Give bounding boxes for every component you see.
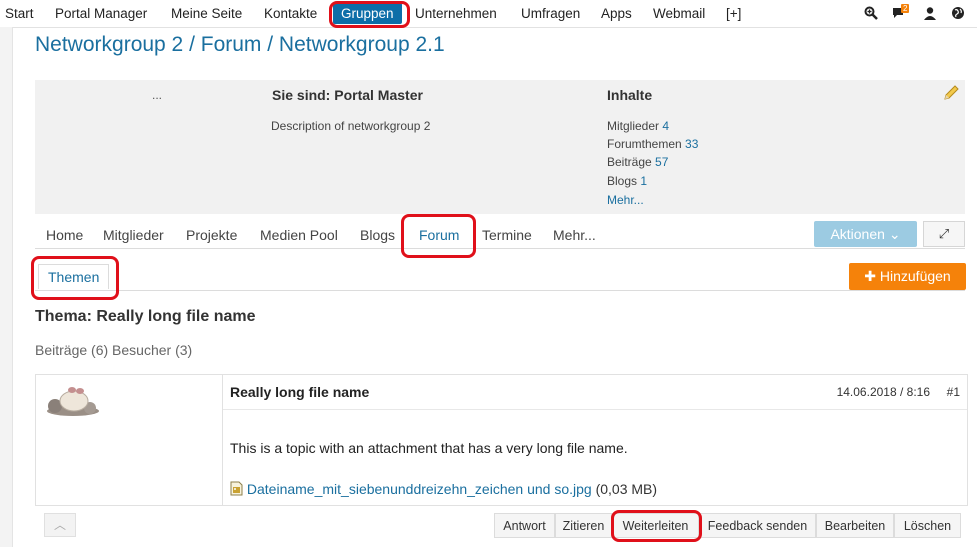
left-sidebar-strip: [0, 27, 13, 547]
stat-forum-topics: Forumthemen 33: [607, 137, 698, 151]
tab-home[interactable]: Home: [46, 227, 83, 243]
highlight-gruppen: [329, 1, 410, 28]
reply-button[interactable]: Antwort: [494, 513, 555, 538]
post-body: This is a topic with an attachment that …: [230, 440, 628, 456]
expand-icon: ⤢: [938, 226, 950, 241]
nav-start[interactable]: Start: [5, 0, 34, 27]
stat-label: Blogs: [607, 174, 638, 188]
tab-termine[interactable]: Termine: [482, 227, 532, 243]
stat-label: Mitglieder: [607, 119, 660, 133]
actions-label: Aktionen: [830, 226, 885, 242]
chevron-up-icon: ︿: [53, 518, 66, 532]
scroll-up-button[interactable]: ︿: [44, 513, 76, 537]
stat-value-link[interactable]: 1: [640, 174, 647, 188]
attachment-link[interactable]: Dateiname_mit_siebenunddreizehn_zeichen …: [247, 481, 592, 497]
nav-portal-manager[interactable]: Portal Manager: [55, 0, 147, 27]
more-link[interactable]: Mehr...: [607, 193, 644, 207]
group-info-panel: ... Sie sind: Portal Master Description …: [35, 80, 965, 214]
plus-icon: ✚: [864, 268, 876, 284]
post-number[interactable]: #1: [947, 385, 960, 399]
post-date: 14.06.2018 / 8:16: [836, 385, 930, 399]
post-author-column: [36, 375, 223, 505]
group-description: Description of networkgroup 2: [271, 119, 431, 133]
nav-apps[interactable]: Apps: [601, 0, 632, 27]
nav-umfragen[interactable]: Umfragen: [521, 0, 580, 27]
nav-kontakte[interactable]: Kontakte: [264, 0, 317, 27]
user-icon[interactable]: [923, 6, 937, 20]
stat-label: Forumthemen: [607, 137, 682, 151]
notification-badge: 2: [901, 4, 910, 13]
nav-webmail[interactable]: Webmail: [653, 0, 705, 27]
topic-heading: Thema: Really long file name: [35, 308, 256, 325]
search-icon[interactable]: [864, 6, 878, 20]
tab-medien-pool[interactable]: Medien Pool: [260, 227, 338, 243]
expand-button[interactable]: ⤢: [923, 221, 965, 247]
stat-members: Mitglieder 4: [607, 119, 669, 133]
actions-dropdown-button[interactable]: Aktionen ⌄: [814, 221, 917, 247]
nav-more[interactable]: [+]: [726, 0, 741, 27]
avatar: [47, 387, 99, 416]
tab-mitglieder[interactable]: Mitglieder: [103, 227, 164, 243]
chevron-down-icon: ⌄: [888, 226, 901, 242]
page-title: Networkgroup 2 / Forum / Networkgroup 2.…: [35, 33, 445, 56]
tab-mehr[interactable]: Mehr...: [553, 227, 596, 243]
topic-counts: Beiträge (6) Besucher (3): [35, 342, 193, 358]
post-header: Really long file name 14.06.2018 / 8:16 …: [223, 375, 967, 410]
edit-button[interactable]: Bearbeiten: [816, 513, 894, 538]
stat-value-link[interactable]: 4: [662, 119, 669, 133]
stat-value-link[interactable]: 33: [685, 137, 698, 151]
add-button[interactable]: ✚ Hinzufügen: [849, 263, 966, 290]
feedback-button[interactable]: Feedback senden: [699, 513, 816, 538]
quote-button[interactable]: Zitieren: [555, 513, 612, 538]
attachment-size: (0,03 MB): [595, 481, 658, 497]
role-label: Sie sind: Portal Master: [272, 87, 423, 103]
tab-projekte[interactable]: Projekte: [186, 227, 237, 243]
highlight-forum: [401, 214, 476, 258]
globe-icon[interactable]: [951, 6, 965, 20]
nav-meine-seite[interactable]: Meine Seite: [171, 0, 242, 27]
contents-heading: Inhalte: [607, 87, 653, 103]
stat-blogs: Blogs 1: [607, 174, 647, 188]
highlight-weiterleiten: [611, 510, 702, 542]
add-label: Hinzufügen: [879, 268, 951, 284]
highlight-themen: [31, 256, 119, 300]
delete-button[interactable]: Löschen: [894, 513, 961, 538]
subtabs: [35, 262, 965, 291]
nav-unternehmen[interactable]: Unternehmen: [415, 0, 497, 27]
edit-pencil-icon[interactable]: [942, 84, 960, 102]
top-navigation: Start Portal Manager Meine Seite Kontakt…: [0, 0, 977, 28]
post-attachment: Dateiname_mit_siebenunddreizehn_zeichen …: [230, 481, 657, 497]
avatar-placeholder: ...: [152, 88, 163, 102]
stat-label: Beiträge: [607, 155, 652, 169]
image-file-icon: [230, 481, 243, 496]
post-title: Really long file name: [230, 384, 370, 400]
stat-value-link[interactable]: 57: [655, 155, 668, 169]
stat-posts: Beiträge 57: [607, 155, 668, 169]
tab-blogs[interactable]: Blogs: [360, 227, 395, 243]
forum-post: Really long file name 14.06.2018 / 8:16 …: [35, 374, 968, 506]
